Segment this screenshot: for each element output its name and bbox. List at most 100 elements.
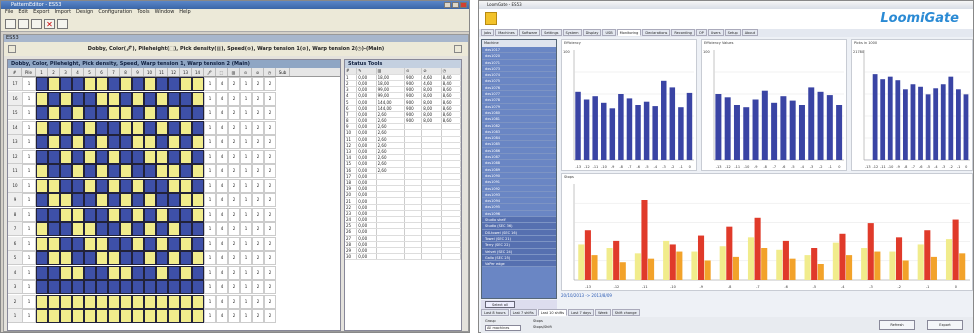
menu-export[interactable]: Export (33, 9, 49, 15)
close-button[interactable] (460, 2, 467, 8)
param-cell[interactable]: 2 (252, 309, 264, 323)
chart-bar[interactable] (578, 244, 585, 280)
weave-cell[interactable] (84, 294, 96, 309)
grid-row[interactable]: 71142122 (8, 222, 340, 236)
grid-col-header[interactable]: 2 (48, 68, 60, 76)
weave-cell[interactable] (192, 77, 204, 91)
weave-cell[interactable] (144, 178, 156, 193)
chart-bar[interactable] (733, 105, 740, 160)
chart-bar[interactable] (955, 89, 961, 160)
weave-cell[interactable] (168, 294, 180, 309)
pile-cell[interactable]: 1 (22, 222, 36, 236)
weave-cell[interactable] (96, 77, 108, 91)
param-cell[interactable]: 2 (228, 294, 240, 309)
param-cell[interactable]: 1 (240, 120, 252, 135)
weave-cell[interactable] (120, 135, 132, 149)
chart-bar[interactable] (761, 248, 768, 280)
weave-cell[interactable] (144, 207, 156, 222)
param-cell[interactable]: 4 (216, 120, 228, 135)
weave-cell[interactable] (156, 280, 168, 294)
param-cell[interactable]: 4 (216, 309, 228, 323)
tab-display[interactable]: Display (582, 29, 602, 36)
chart-bar[interactable] (613, 240, 620, 280)
weave-cell[interactable] (168, 106, 180, 120)
weave-cell[interactable] (156, 309, 168, 323)
tab-recording[interactable]: Recording (671, 29, 695, 36)
chart-bar[interactable] (726, 226, 733, 280)
menu-file[interactable]: File (5, 9, 13, 15)
weave-cell[interactable] (120, 236, 132, 251)
weave-cell[interactable] (60, 120, 72, 135)
weave-cell[interactable] (168, 236, 180, 251)
weave-cell[interactable] (48, 280, 60, 294)
param-cell[interactable]: 1 (204, 193, 216, 207)
status-row[interactable]: 30 0,00 (345, 253, 462, 261)
param-cell[interactable]: 1 (204, 77, 216, 91)
weave-cell[interactable] (192, 251, 204, 265)
weave-cell[interactable] (120, 251, 132, 265)
weave-cell[interactable] (72, 207, 84, 222)
weave-cell[interactable] (120, 280, 132, 294)
machine-item[interactable]: VaPer edge (482, 261, 556, 268)
weave-cell[interactable] (168, 77, 180, 91)
grid-col-header[interactable]: ◷ (264, 68, 276, 76)
weave-cell[interactable] (60, 207, 72, 222)
weave-cell[interactable] (180, 280, 192, 294)
param-cell[interactable]: 2 (228, 106, 240, 120)
tab-machines[interactable]: Machines (495, 29, 518, 36)
weave-cell[interactable] (192, 91, 204, 106)
weave-cell[interactable] (120, 106, 132, 120)
chart-bar[interactable] (691, 251, 698, 280)
param-cell[interactable]: 1 (204, 91, 216, 106)
menu-window[interactable]: Window (155, 9, 175, 15)
param-cell[interactable]: 4 (216, 294, 228, 309)
param-cell[interactable]: 1 (204, 207, 216, 222)
weave-cell[interactable] (48, 149, 60, 164)
weave-cell[interactable] (180, 120, 192, 135)
weave-cell[interactable] (132, 135, 144, 149)
grid-row[interactable]: 15 1 1 4 2 1 2 2 (8, 106, 340, 120)
param-cell[interactable]: 2 (264, 164, 276, 178)
chart-bar[interactable] (872, 74, 878, 160)
chart-bar[interactable] (583, 99, 590, 161)
param-cell[interactable]: 2 (252, 91, 264, 106)
weave-cell[interactable] (168, 251, 180, 265)
weave-cell[interactable] (96, 309, 108, 323)
pile-cell[interactable]: 1 (22, 236, 36, 251)
chart-bar[interactable] (634, 253, 641, 280)
weave-cell[interactable] (36, 120, 48, 135)
param-cell[interactable]: 2 (228, 164, 240, 178)
chart-bar[interactable] (619, 262, 626, 280)
weave-cell[interactable] (180, 91, 192, 106)
menu-tools[interactable]: Tools (137, 9, 149, 15)
tab-settings[interactable]: Settings (541, 29, 562, 36)
param-cell[interactable]: 2 (264, 280, 276, 294)
weave-cell[interactable] (36, 106, 48, 120)
param-cell[interactable]: 1 (240, 164, 252, 178)
weave-cell[interactable] (168, 164, 180, 178)
weave-cell[interactable] (156, 178, 168, 193)
pile-cell[interactable]: 1 (22, 149, 36, 164)
weave-cell[interactable] (108, 178, 120, 193)
weave-cell[interactable] (144, 294, 156, 309)
param-cell[interactable]: 2 (264, 251, 276, 265)
param-cell[interactable]: 1 (240, 251, 252, 265)
weave-cell[interactable] (72, 120, 84, 135)
grid-row[interactable]: 51142122 (8, 251, 340, 265)
weave-cell[interactable] (96, 236, 108, 251)
save-icon[interactable] (31, 19, 42, 29)
chart-bar[interactable] (661, 80, 667, 160)
weave-cell[interactable] (72, 77, 84, 91)
param-cell[interactable]: 1 (240, 91, 252, 106)
weave-cell[interactable] (48, 77, 60, 91)
chart-bar[interactable] (678, 107, 684, 160)
weave-cell[interactable] (168, 265, 180, 280)
weave-cell[interactable] (48, 91, 60, 106)
weave-cell[interactable] (168, 91, 180, 106)
chart-bar[interactable] (817, 91, 824, 160)
grid-col-header[interactable]: 11 (156, 68, 168, 76)
weave-cell[interactable] (120, 149, 132, 164)
weave-cell[interactable] (48, 164, 60, 178)
param-cell[interactable]: 2 (264, 91, 276, 106)
weave-cell[interactable] (132, 91, 144, 106)
